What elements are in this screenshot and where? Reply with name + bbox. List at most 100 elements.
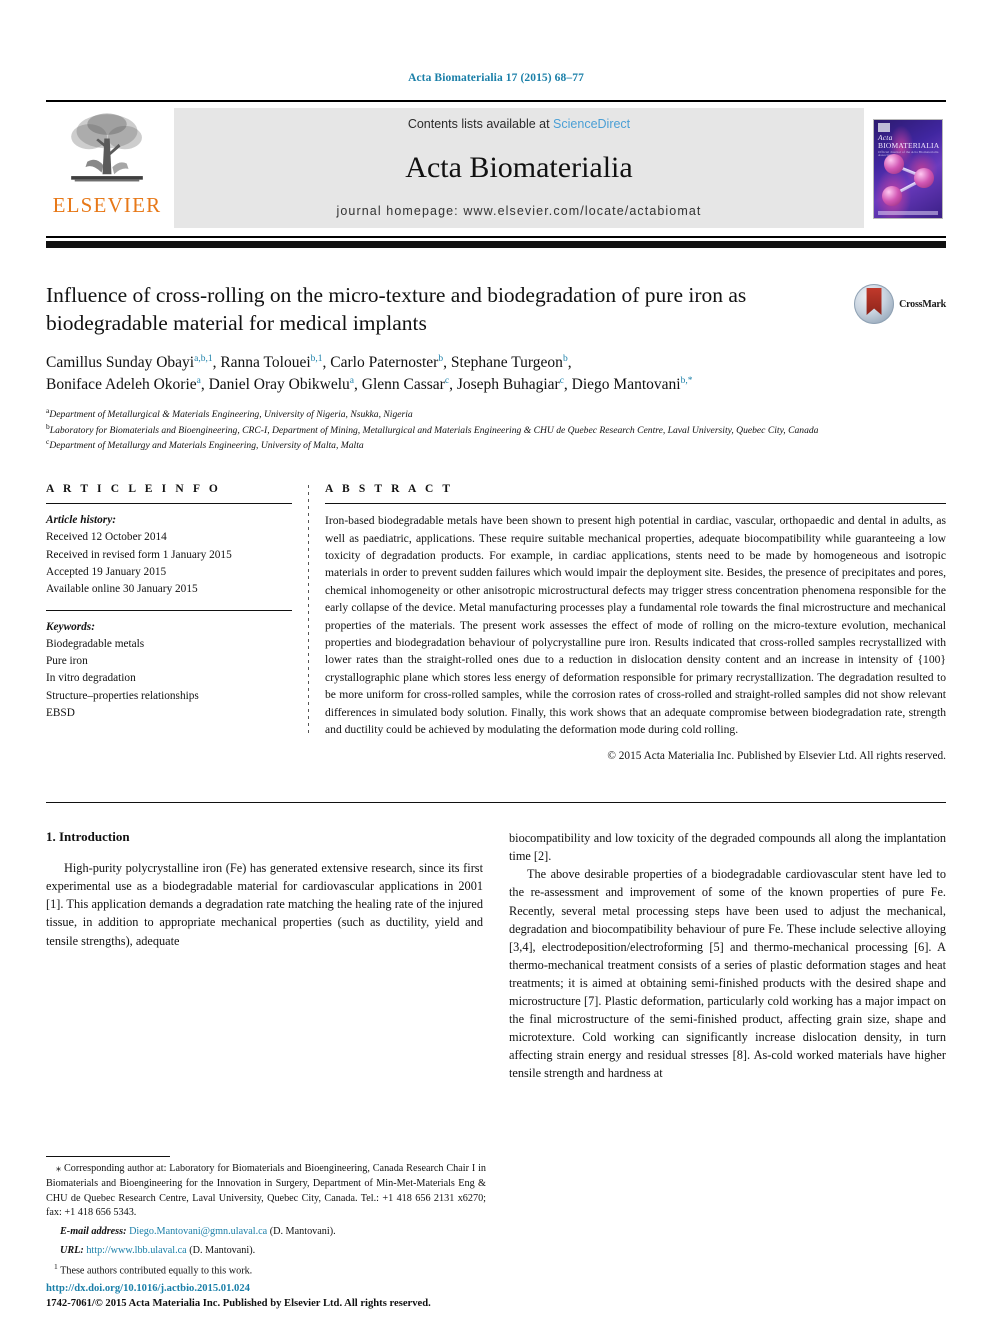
- history-item: Received in revised form 1 January 2015: [46, 548, 232, 561]
- keyword-item: EBSD: [46, 706, 75, 719]
- email-link[interactable]: Diego.Mantovani@gmn.ulaval.ca: [129, 1226, 267, 1237]
- keyword-item: Pure iron: [46, 655, 88, 668]
- article-info-column: A R T I C L E I N F O Article history: R…: [46, 483, 292, 762]
- doi-link[interactable]: http://dx.doi.org/10.1016/j.actbio.2015.…: [46, 1282, 566, 1296]
- article-info-heading: A R T I C L E I N F O: [46, 483, 221, 496]
- crossmark-icon: [854, 284, 895, 324]
- author-name: Camillus Sunday Obayi: [46, 353, 195, 371]
- body-right-column: biocompatibility and low toxicity of the…: [509, 829, 946, 1082]
- author-name: Joseph Buhagiar: [456, 376, 560, 394]
- footnote-email-line: E-mail address: Diego.Mantovani@gmn.ulav…: [46, 1225, 486, 1240]
- journal-title: Acta Biomaterialia: [405, 150, 633, 184]
- author-affil-mark: a,b,1: [194, 353, 213, 364]
- article-page: Acta Biomaterialia 17 (2015) 68–77 ELSEV…: [0, 0, 992, 1323]
- footnote-corresponding-text: Corresponding author at: Laboratory for …: [46, 1163, 486, 1219]
- cover-footer-bar: [878, 211, 938, 215]
- masthead-black-rule: [46, 241, 946, 248]
- author-name: Carlo Paternoster: [330, 353, 439, 371]
- author-list: Camillus Sunday Obayia,b,1, Ranna Toloue…: [46, 353, 693, 394]
- title-area: Influence of cross-rolling on the micro-…: [46, 282, 946, 338]
- url-label: URL:: [60, 1245, 84, 1257]
- info-abstract-divider: [292, 483, 325, 762]
- history-item: Accepted 19 January 2015: [46, 565, 167, 578]
- footnote-rule: [46, 1156, 170, 1158]
- body-paragraph: biocompatibility and low toxicity of the…: [509, 831, 946, 864]
- abstract-column: A B S T R A C T Iron-based biodegradable…: [325, 483, 946, 762]
- affiliation-list: aDepartment of Metallurgical & Materials…: [46, 406, 946, 453]
- affiliation-text: Department of Metallurgy and Materials E…: [49, 440, 364, 452]
- history-item: Received 12 October 2014: [46, 531, 167, 544]
- author-affil-mark: a: [196, 376, 201, 387]
- author-affil-mark: b,*: [680, 376, 693, 387]
- elsevier-wordmark: ELSEVIER: [52, 193, 162, 217]
- article-info-rule: [46, 503, 292, 505]
- keyword-item: Structure–properties relationships: [46, 689, 199, 702]
- footnote-block: ⁎ Corresponding author at: Laboratory fo…: [46, 1156, 486, 1279]
- keywords-rule: [46, 609, 292, 611]
- abstract-rule: [325, 503, 946, 505]
- journal-cover-thumbnail: Acta BIOMATERIALIA Official Journal of t…: [873, 119, 943, 219]
- history-item: Available online 30 January 2015: [46, 582, 198, 595]
- page-title: Influence of cross-rolling on the micro-…: [46, 283, 747, 335]
- affiliation-item: bLaboratory for Biomaterials and Bioengi…: [46, 422, 946, 438]
- cover-sphere-3-icon: [882, 186, 902, 206]
- elsevier-tree-icon: [71, 113, 143, 182]
- body-paragraph: High-purity polycrystalline iron (Fe) ha…: [46, 861, 483, 948]
- journal-masthead: ELSEVIER Contents lists available at Sci…: [46, 100, 946, 238]
- author-name: Daniel Oray Obikwelu: [208, 376, 350, 394]
- footnote-asterisk-icon: ⁎ Corresponding author at: Laboratory fo…: [46, 1163, 486, 1219]
- footnote-equal-contribution: 1 These authors contributed equally to t…: [46, 1262, 486, 1279]
- author-name: Ranna Tolouei: [220, 353, 311, 371]
- masthead-center: Contents lists available at ScienceDirec…: [174, 108, 864, 228]
- keywords-label: Keywords:: [46, 620, 95, 633]
- section-heading-introduction: 1. Introduction: [46, 829, 130, 845]
- issn-copyright-line: 1742-7061/© 2015 Acta Materialia Inc. Pu…: [46, 1297, 431, 1309]
- author-name: Glenn Cassar: [361, 376, 445, 394]
- elsevier-logo: ELSEVIER: [46, 102, 168, 236]
- contents-available-line: Contents lists available at ScienceDirec…: [408, 117, 630, 131]
- crossmark-badge-group[interactable]: CrossMark: [854, 284, 946, 324]
- footnote-marker-1: 1: [54, 1261, 58, 1271]
- cover-sphere-1-icon: [884, 154, 904, 174]
- author-name: Stephane Turgeon: [450, 353, 563, 371]
- keywords-block: Keywords: Biodegradable metals Pure iron…: [46, 619, 292, 722]
- author-affil-mark: c: [444, 376, 450, 387]
- journal-homepage-link[interactable]: journal homepage: www.elsevier.com/locat…: [337, 204, 702, 218]
- footnote-contributed-text: These authors contributed equally to thi…: [60, 1265, 253, 1277]
- cover-sphere-2-icon: [914, 168, 934, 188]
- body-paragraph: The above desirable properties of a biod…: [509, 867, 946, 1081]
- cover-elsevier-mark-icon: [878, 123, 890, 132]
- footer-doi-block: http://dx.doi.org/10.1016/j.actbio.2015.…: [46, 1282, 566, 1311]
- cover-title-text: Acta BIOMATERIALIA Official Journal of t…: [878, 134, 939, 158]
- contents-prefix: Contents lists available at: [407, 117, 554, 131]
- abstract-text: Iron-based biodegradable metals have bee…: [325, 514, 946, 736]
- running-head: Acta Biomaterialia 17 (2015) 68–77: [408, 72, 584, 84]
- footnote-corresponding-author: ⁎ Corresponding author at: Laboratory fo…: [46, 1162, 486, 1221]
- keyword-item: In vitro degradation: [46, 672, 136, 685]
- author-affil-mark: a: [349, 376, 355, 387]
- url-attribution: (D. Mantovani).: [189, 1245, 256, 1257]
- affiliation-item: aDepartment of Metallurgical & Materials…: [46, 406, 946, 422]
- affiliation-text: Department of Metallurgical & Materials …: [49, 409, 413, 420]
- info-abstract-block: A R T I C L E I N F O Article history: R…: [46, 483, 946, 762]
- article-history-label: Article history:: [46, 514, 116, 527]
- vertical-dashed-rule: [308, 485, 309, 736]
- body-left-column: 1. Introduction High-purity polycrystall…: [46, 829, 483, 1082]
- footnote-url-line: URL: http://www.lbb.ulaval.ca (D. Mantov…: [46, 1244, 486, 1259]
- affiliation-text: Laboratory for Biomaterials and Bioengin…: [49, 424, 819, 436]
- author-affil-mark: b: [562, 353, 568, 364]
- sciencedirect-link[interactable]: ScienceDirect: [553, 117, 630, 131]
- author-affil-mark: c: [559, 376, 564, 387]
- abstract-heading: A B S T R A C T: [325, 483, 454, 496]
- cover-title-rest: BIOMATERIALIA: [878, 140, 940, 150]
- email-attribution: (D. Mantovani).: [269, 1226, 336, 1238]
- url-link[interactable]: http://www.lbb.ulaval.ca: [86, 1245, 186, 1256]
- email-label: E-mail address:: [60, 1226, 127, 1238]
- author-affil-mark: b: [438, 353, 444, 364]
- article-history-block: Article history: Received 12 October 201…: [46, 512, 292, 598]
- abstract-bottom-rule: [46, 802, 946, 804]
- body-columns: 1. Introduction High-purity polycrystall…: [46, 829, 946, 1082]
- keyword-item: Biodegradable metals: [46, 638, 145, 651]
- author-name: Boniface Adeleh Okorie: [46, 376, 197, 394]
- crossmark-label: CrossMark: [899, 298, 946, 310]
